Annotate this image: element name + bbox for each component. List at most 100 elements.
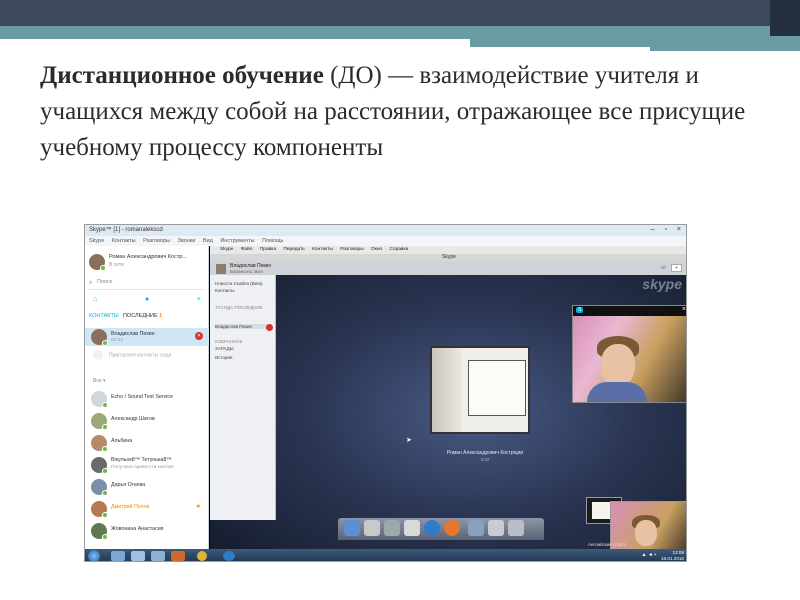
slide-definition-text: Дистанционное обучение (ДО) — взаимодейс… (40, 58, 760, 166)
avatar (91, 391, 108, 408)
folder-icon[interactable] (131, 551, 145, 561)
online-status-icon (102, 446, 108, 452)
mac-menu-item[interactable]: Справка (390, 247, 409, 252)
skype-icon[interactable] (223, 551, 235, 561)
mac-menu-item[interactable]: Передать (283, 247, 304, 252)
list-item[interactable]: Дмитрий Попов ★ (85, 498, 209, 520)
app-icon[interactable] (404, 520, 420, 536)
add-button[interactable]: + (671, 264, 682, 272)
preview-icon[interactable] (364, 520, 380, 536)
sidebar-item[interactable]: История (215, 355, 232, 360)
end-call-icon[interactable] (266, 324, 273, 331)
main-video[interactable] (430, 346, 530, 434)
list-item[interactable]: Вікульок8™ Тетунька8™ Получено приветств… (85, 454, 209, 476)
profile-status: В сети (109, 262, 124, 268)
close-icon[interactable]: × (682, 306, 686, 313)
mac-menu-item[interactable]: Правка (260, 247, 276, 252)
favorite-star-icon[interactable]: ★ (196, 503, 201, 510)
window-controls-icon[interactable]: – ▫ × (651, 226, 685, 233)
menu-item[interactable]: Контакты (112, 238, 136, 244)
avatar (91, 435, 108, 452)
finder-icon[interactable] (344, 520, 360, 536)
add-contact-icon (93, 350, 103, 360)
mouse-cursor-icon: ➤ (406, 437, 412, 444)
active-call-contact[interactable]: Владислав Пекин 01:02 ✕ (85, 328, 209, 346)
tab-contacts[interactable]: КОНТАКТЫ (89, 313, 119, 319)
app-icon[interactable] (384, 520, 400, 536)
menu-item[interactable]: Помощь (262, 238, 283, 244)
mac-menu-item[interactable]: Разговоры (340, 247, 363, 252)
input-language[interactable]: Английский (США) (588, 542, 627, 547)
profile-header[interactable]: Роман Александрович Костр... В сети (89, 252, 205, 272)
folder-icon[interactable] (488, 520, 504, 536)
list-item[interactable]: Echo / Sound Test Service (85, 388, 209, 410)
avatar (91, 479, 108, 496)
list-item[interactable]: Дарья Огнева (85, 476, 209, 498)
callee-name: Роман Александрович Костріции (446, 450, 524, 456)
skype-menubar: Skype Контакты Разговоры Звонки Вид Инст… (85, 236, 686, 246)
sidebar-item[interactable]: Новости Скайпа (Beta) (215, 281, 262, 286)
video-window-header: S × (573, 306, 686, 316)
contact-name: Дарья Огнева (111, 482, 146, 488)
mac-menu-item[interactable]: Контакты (312, 247, 333, 252)
call-header: Владислав Пекин Балансить звон ☏ + (210, 262, 686, 275)
skype-logo: skype (642, 276, 682, 292)
location-icon[interactable]: ● (145, 296, 149, 303)
mac-menu-item[interactable]: Файл (241, 247, 253, 252)
add-contacts-row[interactable]: Пригласите контакты сюда (93, 350, 171, 360)
header-stripe (470, 37, 800, 47)
menu-item[interactable]: Skype (89, 238, 104, 244)
online-status-icon (102, 340, 108, 346)
end-call-icon[interactable]: ✕ (195, 332, 203, 340)
contact-status: Получено приветств контакт (111, 465, 175, 470)
add-icon[interactable]: + (197, 296, 201, 303)
online-status-icon (102, 490, 108, 496)
menu-item[interactable]: Вид (203, 238, 213, 244)
mac-menu-item[interactable]: Skype (220, 247, 233, 252)
mac-menubar: Skype Файл Правка Передать Контакты Разг… (210, 246, 686, 254)
contact-name: Echo / Sound Test Service (111, 394, 174, 400)
menu-item[interactable]: Инструменты (220, 238, 254, 244)
remote-video-window[interactable]: S × (572, 305, 686, 403)
contact-name: Жовонина Анастасия (111, 526, 164, 532)
mac-dock (338, 518, 544, 540)
group-label[interactable]: Все ▾ (93, 378, 106, 384)
list-item[interactable]: Александр Шатов (85, 410, 209, 432)
start-button-icon[interactable] (88, 550, 100, 561)
mac-menu-item[interactable]: Окно (371, 247, 382, 252)
sidebar-item[interactable]: Контакты (215, 288, 234, 293)
list-item[interactable]: Жовонина Анастасия (85, 520, 209, 542)
menu-item[interactable]: Разговоры (143, 238, 170, 244)
firefox-icon[interactable] (444, 520, 460, 536)
avatar (91, 501, 108, 518)
phone-icon[interactable]: ☏ (660, 265, 666, 271)
online-status-icon (102, 424, 108, 430)
sidebar-item[interactable]: ЗАРАДЫ (215, 346, 234, 351)
online-status-icon (102, 534, 108, 540)
tab-recent[interactable]: ПОСЛЕДНИЕ 1 (123, 313, 162, 319)
chrome-icon[interactable] (197, 551, 207, 561)
skype-icon[interactable] (424, 520, 440, 536)
explorer-icon[interactable] (111, 551, 125, 561)
online-status-icon (100, 265, 106, 271)
windows-taskbar: ▲ ◄ ▪ 13:08 19.01.2016 (85, 549, 686, 561)
tray-icons[interactable]: ▲ ◄ ▪ (642, 552, 656, 558)
avatar (91, 457, 108, 474)
sidebar-item-active[interactable]: Владислав Пекин (215, 324, 271, 329)
child-face (635, 520, 657, 546)
taskbar-clock[interactable]: 13:08 19.01.2016 (661, 550, 684, 561)
mac-window-title: Skype (210, 254, 686, 262)
player-icon[interactable] (171, 551, 185, 561)
avatar (91, 413, 108, 430)
add-contacts-label: Пригласите контакты сюда (109, 352, 172, 359)
contact-name: Владислав Пекин (111, 331, 155, 337)
skype-window-title: Skype™ [1] - romanalekscd (89, 227, 163, 233)
list-item[interactable]: Альбина (85, 432, 209, 454)
menu-item[interactable]: Звонки (178, 238, 196, 244)
online-status-icon (102, 402, 108, 408)
folder-icon[interactable] (468, 520, 484, 536)
media-icon[interactable] (151, 551, 165, 561)
home-icon[interactable]: ⌂ (93, 296, 97, 303)
search-input[interactable]: ⌕ Поиск (89, 279, 205, 290)
trash-icon[interactable] (508, 520, 524, 536)
